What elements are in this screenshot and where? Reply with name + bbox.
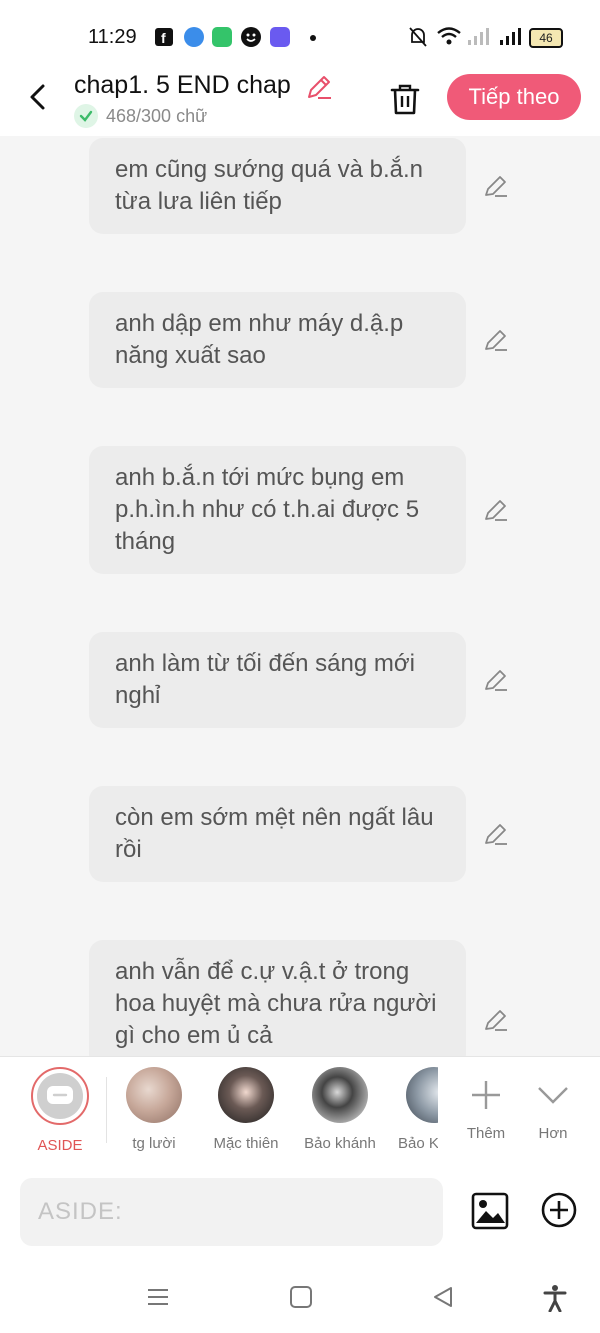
edit-message-icon[interactable] (482, 666, 510, 694)
collapse-label: Hơn (538, 1125, 568, 1142)
character-item[interactable]: Bảo khánh (300, 1067, 380, 1152)
word-count: 468/300 chữ (106, 106, 208, 126)
edit-message-icon[interactable] (482, 1006, 510, 1034)
home-nav-icon[interactable] (288, 1284, 314, 1310)
avatar (126, 1067, 182, 1123)
message-bubble[interactable]: anh b.ắ.n tới mức bụng em p.h.ìn.h như c… (89, 446, 466, 574)
character-name: ASIDE (37, 1137, 83, 1154)
character-name: Bảo Khải (398, 1135, 438, 1152)
message-bubble[interactable]: anh làm từ tối đến sáng mới nghỉ (89, 632, 466, 728)
character-name: Mặc thiên (213, 1135, 279, 1152)
character-item[interactable]: Mặc thiên (206, 1067, 286, 1152)
wifi-icon (436, 26, 462, 51)
avatar (312, 1067, 368, 1123)
delete-button[interactable] (386, 80, 424, 118)
system-nav-bar (0, 1260, 600, 1333)
accessibility-icon[interactable] (542, 1284, 568, 1313)
message-list: em cũng sướng quá và b.ắ.n từa lưa liên … (0, 136, 600, 1056)
character-aside[interactable]: ASIDE (20, 1067, 100, 1154)
app-purple-icon (270, 27, 290, 47)
next-button[interactable]: Tiếp theo (447, 74, 581, 120)
mute-bell-icon (408, 26, 428, 53)
divider (106, 1077, 107, 1143)
edit-message-icon[interactable] (482, 496, 510, 524)
check-icon (74, 104, 98, 128)
back-button[interactable] (22, 80, 56, 114)
message-bubble[interactable]: anh dập em như máy d.ậ.p năng xuất sao (89, 292, 466, 388)
edit-message-icon[interactable] (482, 820, 510, 848)
avatar (218, 1067, 274, 1123)
message-bubble[interactable]: còn em sớm mệt nên ngất lâu rồi (89, 786, 466, 882)
character-name: Bảo khánh (304, 1135, 376, 1152)
avatar (406, 1067, 438, 1123)
battery-icon: 46 (529, 28, 563, 48)
edit-title-icon[interactable] (304, 72, 334, 102)
chapter-title: chap1. 5 END chap (74, 71, 291, 99)
status-bar: 11:29 f 46 (0, 0, 600, 68)
edit-message-icon[interactable] (482, 172, 510, 200)
menu-nav-icon[interactable] (145, 1284, 171, 1310)
character-item[interactable]: tg lười (114, 1067, 194, 1152)
signal-weak-icon (466, 26, 490, 51)
signal-icon (498, 26, 522, 51)
editor-header: chap1. 5 END chap 468/300 chữ Tiếp theo (0, 68, 600, 136)
messenger-icon (184, 27, 204, 47)
character-selector: ASIDE tg lười Mặc thiên Bảo khánh Bảo Kh… (0, 1056, 600, 1166)
chevron-down-icon (513, 1067, 593, 1123)
message-input[interactable] (20, 1178, 443, 1246)
svg-text:f: f (161, 30, 166, 46)
image-button[interactable] (470, 1191, 510, 1231)
back-nav-icon[interactable] (430, 1284, 456, 1310)
message-bubble[interactable]: em cũng sướng quá và b.ắ.n từa lưa liên … (89, 138, 466, 234)
app-green-icon (212, 27, 232, 47)
aside-avatar (31, 1067, 89, 1125)
message-bubble[interactable]: anh vẫn để c.ự v.ậ.t ở trong hoa huyệt m… (89, 940, 466, 1056)
facebook-icon: f (155, 28, 173, 46)
composer (0, 1165, 600, 1260)
emoji-icon (241, 27, 261, 47)
chat-bubble-icon (47, 1086, 73, 1104)
notification-dot-icon (310, 35, 316, 41)
collapse-button[interactable]: Hơn (513, 1067, 593, 1142)
status-time: 11:29 (88, 26, 137, 48)
edit-message-icon[interactable] (482, 326, 510, 354)
character-name: tg lười (132, 1135, 176, 1152)
add-button[interactable] (540, 1191, 578, 1229)
battery-level: 46 (539, 31, 553, 45)
character-item[interactable]: Bảo Khải (394, 1067, 438, 1152)
